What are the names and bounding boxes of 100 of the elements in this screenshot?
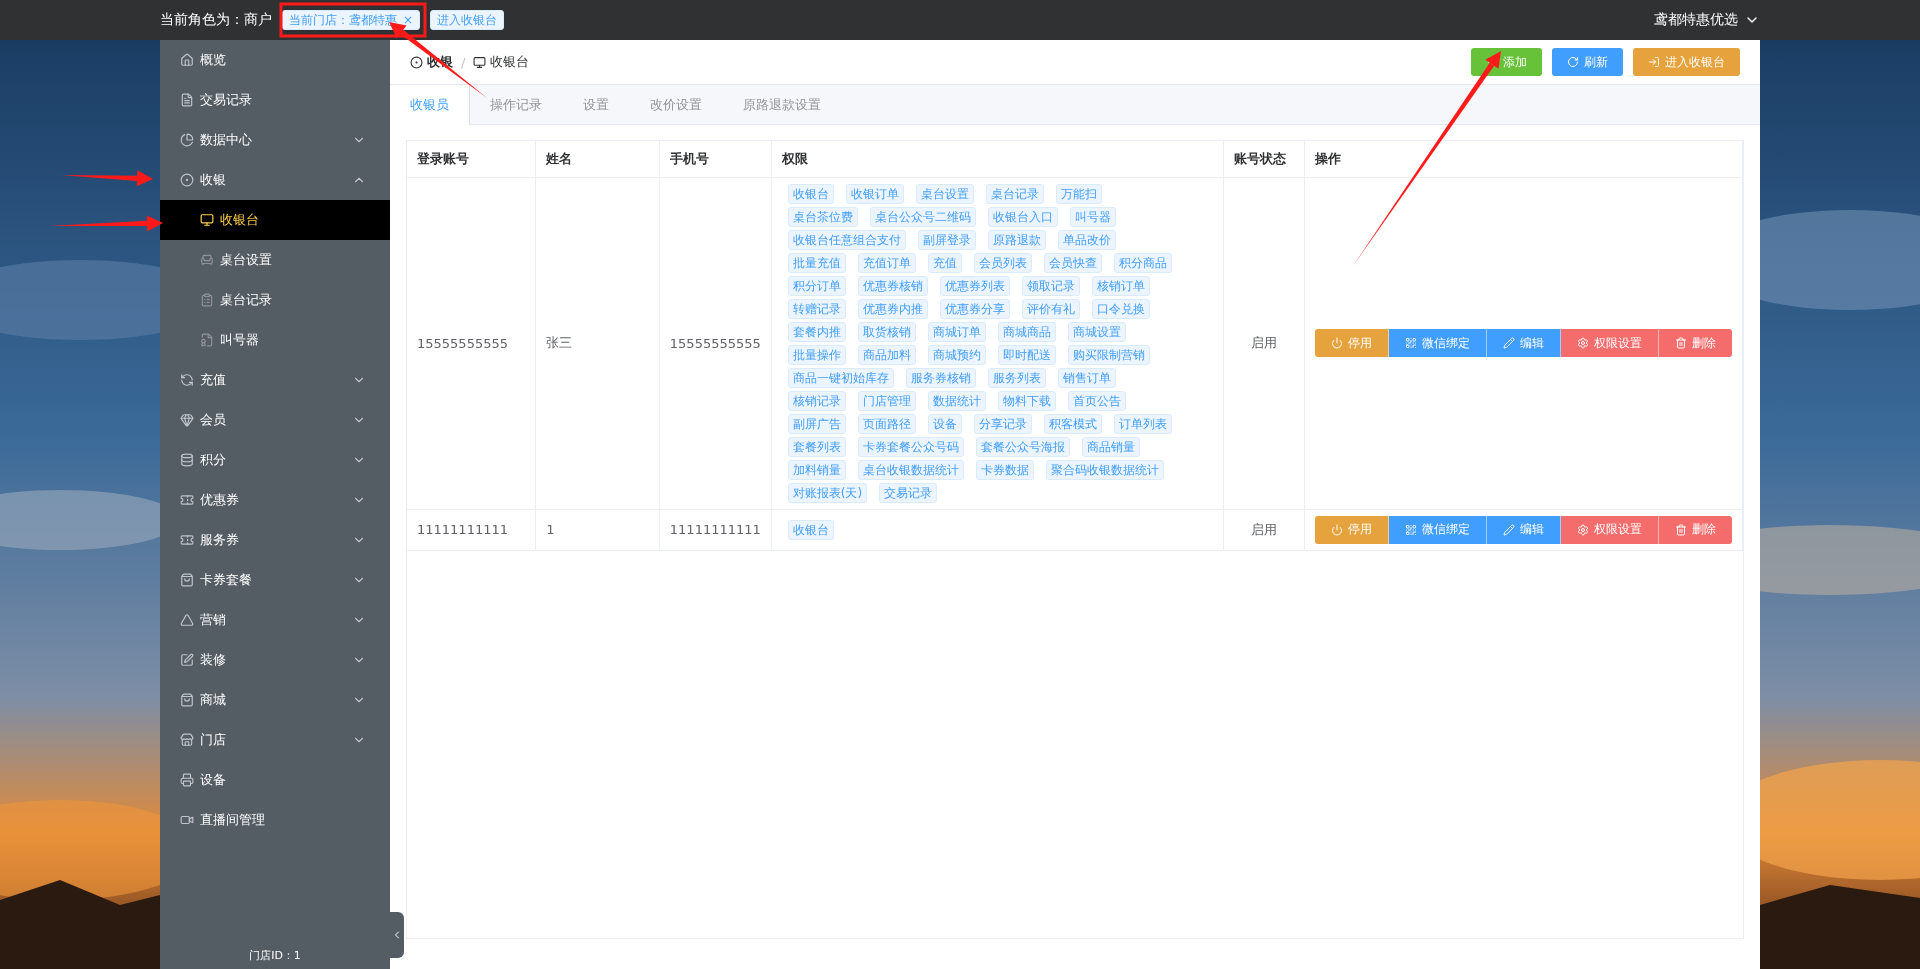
permission-tag: 收银台 [787,519,834,540]
permission-tag: 万能扫 [1055,183,1102,204]
enter-icon [1648,56,1660,68]
menu-item[interactable]: 积分 [160,440,390,480]
menu-item[interactable]: 概览 [160,40,390,80]
permission-tag: 商品加料 [857,344,916,365]
submenu-item[interactable]: 桌台设置 [160,240,390,280]
permission-tag: 会员列表 [973,252,1032,273]
refresh-icon [180,373,194,387]
qr-code-icon [1405,523,1417,536]
permission-tag: 交易记录 [879,482,938,503]
menu-item[interactable]: 卡券套餐 [160,560,390,600]
role-label: 当前角色为：商户 [160,11,272,29]
qr-code-icon [1405,337,1417,349]
video-icon [180,813,194,827]
menu-item[interactable]: 直播间管理 [160,800,390,840]
permission-tag: 商城订单 [927,321,986,342]
permission-tag: 领取记录 [1021,275,1080,296]
permission-tag: 取货核销 [857,321,916,342]
permission-tag: 优惠券列表 [939,275,1010,296]
permission-tag: 桌台茶位费 [787,206,858,227]
menu-item[interactable]: 服务券 [160,520,390,560]
permission-tag: 桌台公众号二维码 [869,206,976,227]
permission-tag: 积客模式 [1043,413,1102,434]
submenu-item[interactable]: 桌台记录 [160,280,390,320]
permission-tag: 商品一键初始库存 [787,367,894,388]
bag-icon [180,573,194,587]
permission-tag: 口令兑换 [1091,298,1150,319]
submenu-item[interactable]: 收银台 [160,200,390,240]
permission-tag: 优惠券内推 [857,298,928,319]
permission-tag: 会员快查 [1043,252,1102,273]
permission-tag: 优惠券分享 [939,298,1010,319]
clipboard-icon [200,293,214,307]
power-icon [1331,337,1343,349]
menu-item[interactable]: 营销 [160,600,390,640]
trash-icon [1675,523,1687,536]
menu-item[interactable]: 商城 [160,680,390,720]
permission-tag: 批量操作 [787,344,846,365]
permission-tag: 服务券核销 [905,367,976,388]
permission-tag: 销售订单 [1057,367,1116,388]
column-header: 权限 [771,141,1224,177]
table-cell: 张三 [535,177,660,509]
permission-tag: 核销记录 [787,390,846,411]
user-menu[interactable]: 鸢都特惠优选 [1654,11,1760,29]
menu-item[interactable]: 优惠券 [160,480,390,520]
menu-item[interactable]: 会员 [160,400,390,440]
menu-item[interactable]: 收银 [160,160,390,200]
permission-tag: 商城设置 [1067,321,1126,342]
permission-tag: 核销订单 [1091,275,1150,296]
menu-item[interactable]: 门店 [160,720,390,760]
permission-tag: 原路退款 [987,229,1046,250]
monitor-icon [200,213,214,227]
permission-tag: 充值订单 [857,252,916,273]
permission-tag: 充值 [927,252,962,273]
table-cell: 启用 [1223,177,1305,509]
permission-tag: 服务列表 [987,367,1046,388]
menu-item[interactable]: 充值 [160,360,390,400]
table-cell: 15555555555 [659,177,772,509]
permission-tag: 单品改价 [1057,229,1116,250]
bag-icon [180,693,194,707]
store-id: 门店ID：1 [249,948,301,963]
permission-tag: 套餐公众号海报 [975,436,1070,457]
permission-tag: 数据统计 [927,390,986,411]
submenu-item[interactable]: 叫号器 [160,320,390,360]
menu-item[interactable]: 装修 [160,640,390,680]
permission-tag: 聚合码收银数据统计 [1045,459,1164,480]
permission-tag: 物料下载 [997,390,1056,411]
permission-tag: 叫号器 [1069,206,1116,227]
permission-tag: 商品销量 [1081,436,1140,457]
document-icon [200,333,214,347]
pencil-icon [1503,523,1515,536]
permission-tag: 订单列表 [1113,413,1172,434]
breadcrumb-item: 收银台 [473,53,530,71]
permission-tag: 转赠记录 [787,298,846,319]
permission-tag: 对账报表(天) [787,482,868,503]
breadcrumb-separator: / [461,54,466,70]
permission-tag: 桌台记录 [985,183,1044,204]
menu-item[interactable]: 设备 [160,760,390,800]
column-header: 账号状态 [1223,141,1305,177]
permission-tag: 门店管理 [857,390,916,411]
permission-tag: 积分订单 [787,275,846,296]
permission-tag: 优惠券核销 [857,275,928,296]
permission-tag: 积分商品 [1113,252,1172,273]
table-cell: 1 [535,509,660,550]
edit-icon [180,653,194,667]
ticket-icon [180,493,194,507]
permission-tag: 副屏广告 [787,413,846,434]
menu-item[interactable]: 交易记录 [160,80,390,120]
collapse-handle[interactable] [390,912,404,958]
refresh-icon [1567,56,1579,68]
permission-tag: 收银台入口 [987,206,1058,227]
store-icon [180,733,194,747]
permission-tag: 收银订单 [845,183,904,204]
gem-icon [180,413,194,427]
permission-tag: 分享记录 [973,413,1032,434]
column-header: 姓名 [535,141,660,177]
permission-tag: 设备 [927,413,962,434]
permission-tag: 副屏登录 [917,229,976,250]
triangle-icon [180,613,194,627]
menu-item[interactable]: 数据中心 [160,120,390,160]
